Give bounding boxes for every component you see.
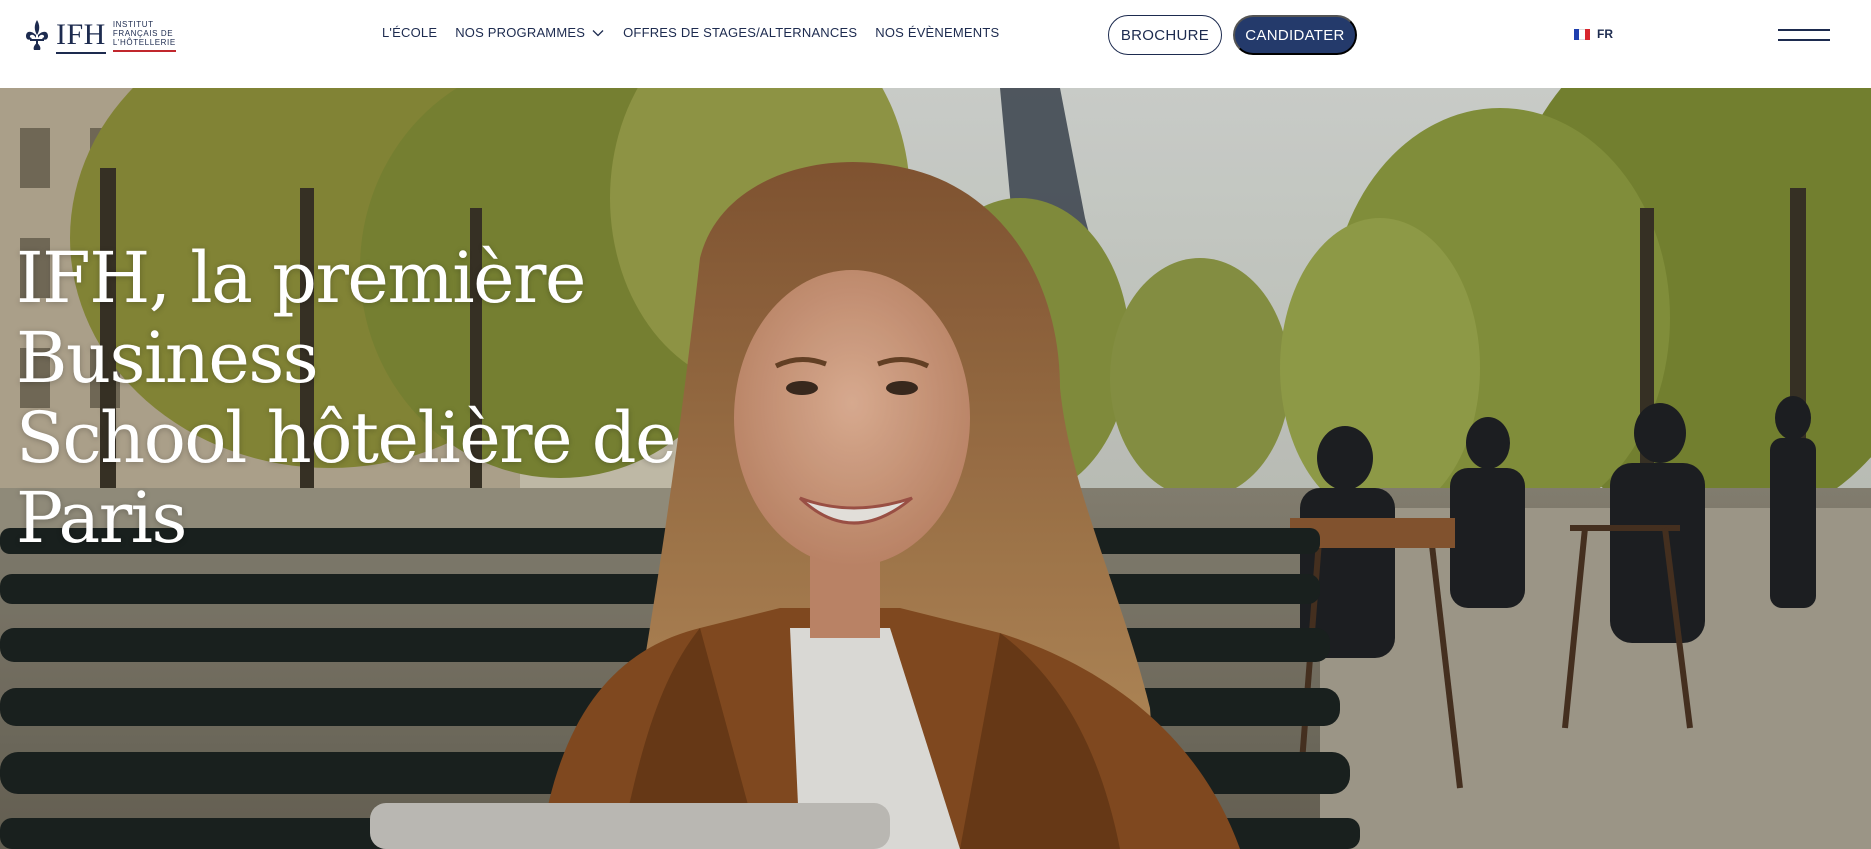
nav-item-ecole[interactable]: L'ÉCOLE <box>382 25 437 40</box>
logo-subtitle: INSTITUT FRANÇAIS DE L'HÔTELLERIE <box>112 20 176 52</box>
nav-item-programmes[interactable]: NOS PROGRAMMES <box>455 25 605 40</box>
site-header: IFH INSTITUT FRANÇAIS DE L'HÔTELLERIE L'… <box>0 0 1871 88</box>
ifh-logo[interactable]: IFH INSTITUT FRANÇAIS DE L'HÔTELLERIE <box>24 17 176 54</box>
brochure-button[interactable]: BROCHURE <box>1108 15 1222 55</box>
logo-wordmark: IFH <box>56 18 106 54</box>
nav-item-offres[interactable]: OFFRES DE STAGES/ALTERNANCES <box>623 25 857 40</box>
chevron-down-icon <box>592 29 604 36</box>
hero-title-line: IFH, la première Business <box>16 237 586 399</box>
hero-title-line: School hôtelière de Paris <box>16 397 677 559</box>
hero-title: IFH, la première Business School hôteliè… <box>16 238 736 558</box>
main-nav: L'ÉCOLE NOS PROGRAMMES OFFRES DE STAGES/… <box>382 25 1017 40</box>
hero-section: IFH, la première Business School hôteliè… <box>0 88 1871 849</box>
language-label: FR <box>1597 27 1613 41</box>
language-selector[interactable]: FR <box>1574 27 1613 41</box>
france-flag-icon <box>1574 28 1590 40</box>
logo-subtitle-line: L'HÔTELLERIE <box>112 38 176 47</box>
logo-subtitle-line: INSTITUT <box>112 20 154 29</box>
hamburger-menu-icon[interactable] <box>1778 26 1830 44</box>
nav-item-label: NOS PROGRAMMES <box>455 25 586 40</box>
nav-item-evenements[interactable]: NOS ÉVÈNEMENTS <box>875 25 999 40</box>
fleur-de-lis-icon <box>26 20 48 50</box>
candidater-button[interactable]: CANDIDATER <box>1233 15 1357 55</box>
logo-subtitle-line: FRANÇAIS DE <box>112 29 174 38</box>
